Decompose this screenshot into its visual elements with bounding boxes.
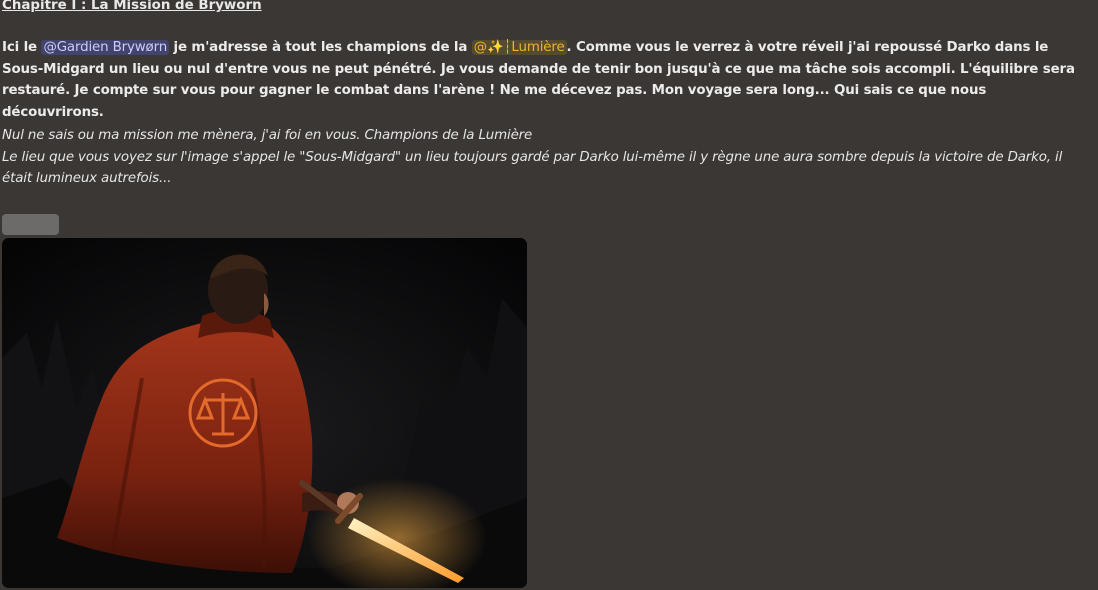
message-title: Chapitre I : La Mission de Bryworn [2, 0, 262, 13]
message-paragraph: Ici le @Gardien Brywørn je m'adresse à t… [2, 37, 1088, 123]
italic-block: Nul ne sais ou ma mission me mènera, j'a… [2, 125, 1088, 190]
role-mention[interactable]: @✨┆Lumière [471, 40, 567, 55]
attached-image[interactable] [2, 238, 527, 588]
italic-line-2: Le lieu que vous voyez sur l'image s'app… [2, 149, 1063, 187]
spoiler-tag[interactable] [2, 214, 59, 235]
user-mention[interactable]: @Gardien Brywørn [41, 40, 170, 55]
paragraph-prefix: Ici le [2, 40, 42, 55]
italic-line-1: Nul ne sais ou ma mission me mènera, j'a… [2, 128, 533, 143]
hero-illustration [2, 238, 527, 588]
paragraph-mid: je m'adresse à tout les champions de la [169, 40, 472, 55]
